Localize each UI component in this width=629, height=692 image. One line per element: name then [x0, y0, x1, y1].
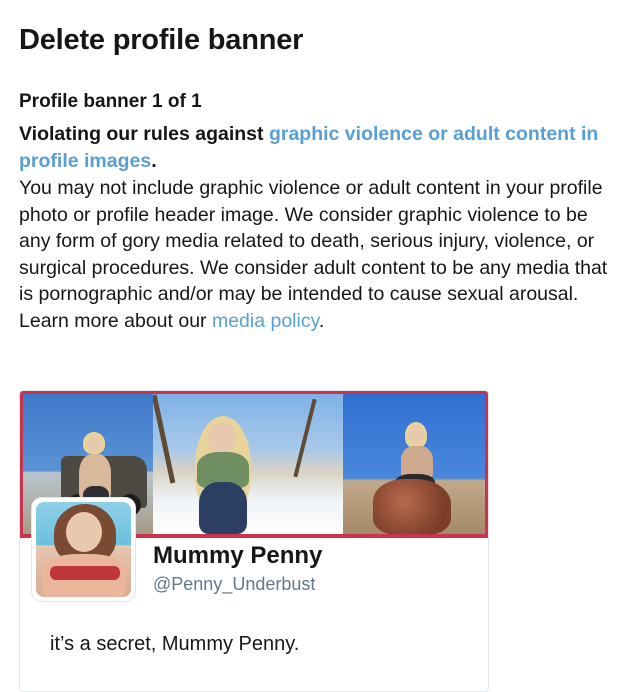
page-title: Delete profile banner: [19, 24, 304, 56]
avatar: [32, 498, 135, 601]
banner-count: Profile banner 1 of 1: [19, 91, 202, 112]
policy-description: You may not include graphic violence or …: [19, 175, 609, 334]
rock-shape: [373, 479, 451, 534]
banner-photo-right: [343, 394, 485, 534]
media-policy-link[interactable]: media policy: [212, 310, 319, 332]
display-name: Mummy Penny: [153, 542, 323, 569]
policy-suffix: .: [318, 309, 325, 332]
policy-text: You may not include graphic violence or …: [19, 177, 608, 332]
profile-preview-card: Mummy Penny @Penny_Underbust it’s a secr…: [19, 390, 489, 692]
banner-photo-middle: [153, 394, 343, 534]
avatar-photo: [36, 502, 131, 597]
violation-heading: Violating our rules against graphic viol…: [19, 121, 619, 175]
profile-bio: it’s a secret, Mummy Penny.: [50, 633, 300, 655]
user-handle: @Penny_Underbust: [153, 574, 316, 594]
violation-suffix: .: [151, 150, 157, 172]
violation-prefix: Violating our rules against: [19, 123, 269, 145]
